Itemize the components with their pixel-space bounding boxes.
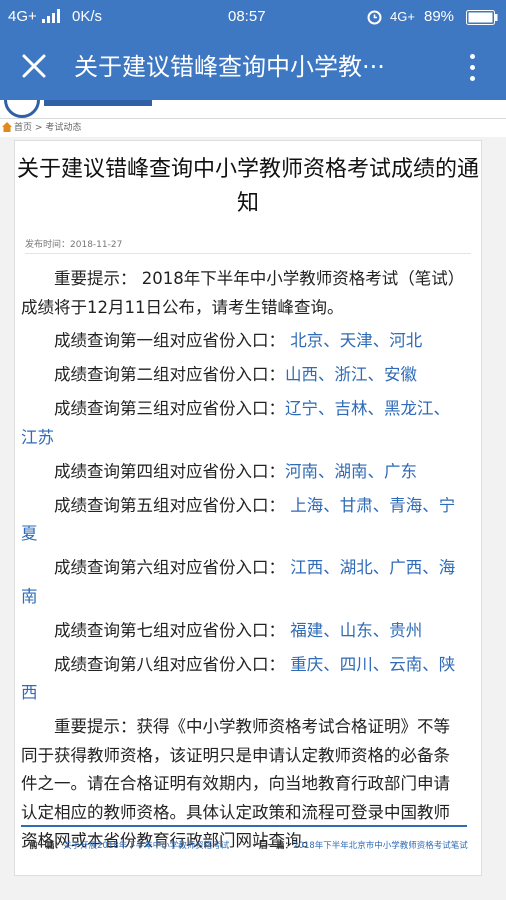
publish-date: 发布时间：2018-11-27: [25, 237, 122, 250]
site-logo: [4, 100, 40, 118]
group-provinces-link[interactable]: 福建、山东、贵州: [290, 621, 422, 640]
site-logo-text: [44, 100, 152, 106]
battery-percent: 89%: [424, 8, 455, 25]
next-article: › 后一篇：2018年下半年北京市中小学教师资格考试笔试: [253, 841, 468, 851]
battery-icon: [466, 10, 498, 25]
group-entry-7: 成绩查询第七组对应省份入口： 福建、山东、贵州: [54, 620, 423, 640]
date-divider: [25, 253, 471, 254]
next-article-label: 后一篇：: [259, 841, 294, 851]
article-card: 关于建议错峰查询中小学教师资格考试成绩的通知 发布时间：2018-11-27 重…: [14, 140, 482, 876]
breadcrumb-home[interactable]: 首页: [14, 123, 32, 133]
breadcrumb-section[interactable]: 考试动态: [45, 123, 81, 133]
status-bar: 4G+ 0K/s 08:57 4G+ 89%: [0, 0, 506, 34]
more-options-button[interactable]: [460, 48, 484, 88]
intro-paragraph: 重要提示： 2018年下半年中小学教师资格考试（笔试）成绩将于12月11日公布，…: [21, 269, 456, 317]
group-entry-8: 成绩查询第八组对应省份入口： 重庆、四川、云南、陕西: [21, 654, 456, 703]
network-indicator: 4G+: [8, 8, 37, 25]
page-title: 关于建议错峰查询中小学教···: [74, 53, 385, 81]
signal-icon: [42, 9, 60, 23]
group-entry-4: 成绩查询第四组对应省份入口：河南、湖南、广东: [54, 461, 417, 481]
next-article-link[interactable]: 2018年下半年北京市中小学教师资格考试笔试: [293, 841, 468, 851]
group-provinces-link[interactable]: 北京、天津、河北: [290, 331, 422, 350]
article-title: 关于建议错峰查询中小学教师资格考试成绩的通知: [16, 157, 479, 216]
group-entry-3: 成绩查询第三组对应省份入口：辽宁、吉林、黑龙江、江苏: [21, 399, 450, 447]
group-entry-1: 成绩查询第一组对应省份入口： 北京、天津、河北: [54, 331, 423, 350]
previous-article-label: 前一篇：: [29, 841, 64, 851]
previous-article: ‹ 前一篇：关于开展2018年下半年中小学教师资格考试: [23, 841, 230, 851]
alarm-icon: [367, 10, 382, 25]
group-entry-2: 成绩查询第二组对应省份入口：山西、浙江、安徽: [54, 365, 417, 384]
group-provinces-link[interactable]: 山西、浙江、安徽: [285, 365, 417, 384]
breadcrumb: 首页 > 考试动态: [0, 119, 506, 137]
note-paragraph: 重要提示：获得《中小学教师资格考试合格证明》不等同于获得教师资格，该证明只是申请…: [21, 717, 450, 850]
network-indicator-right: 4G+: [390, 9, 415, 24]
previous-article-link[interactable]: 关于开展2018年下半年中小学教师资格考试: [63, 841, 229, 851]
group-provinces-link[interactable]: 河南、湖南、广东: [285, 462, 417, 481]
group-entry-6: 成绩查询第六组对应省份入口： 江西、湖北、广西、海南: [21, 558, 456, 606]
article-footer-divider: [21, 825, 467, 827]
close-icon: [22, 54, 46, 78]
publish-date-value: 2018-11-27: [70, 240, 123, 250]
group-entry-5: 成绩查询第五组对应省份入口： 上海、甘肃、青海、宁夏: [21, 495, 456, 544]
site-header: [0, 100, 506, 118]
article-body: 重要提示： 2018年下半年中小学教师资格考试（笔试）成绩将于12月11日公布，…: [21, 265, 457, 861]
home-icon: [2, 122, 12, 132]
publish-date-label: 发布时间：: [25, 240, 71, 250]
clock: 08:57: [228, 8, 266, 25]
network-speed: 0K/s: [72, 8, 103, 25]
close-button[interactable]: [18, 50, 50, 82]
app-bar: 关于建议错峰查询中小学教···: [0, 34, 506, 100]
breadcrumb-separator: >: [34, 123, 43, 133]
